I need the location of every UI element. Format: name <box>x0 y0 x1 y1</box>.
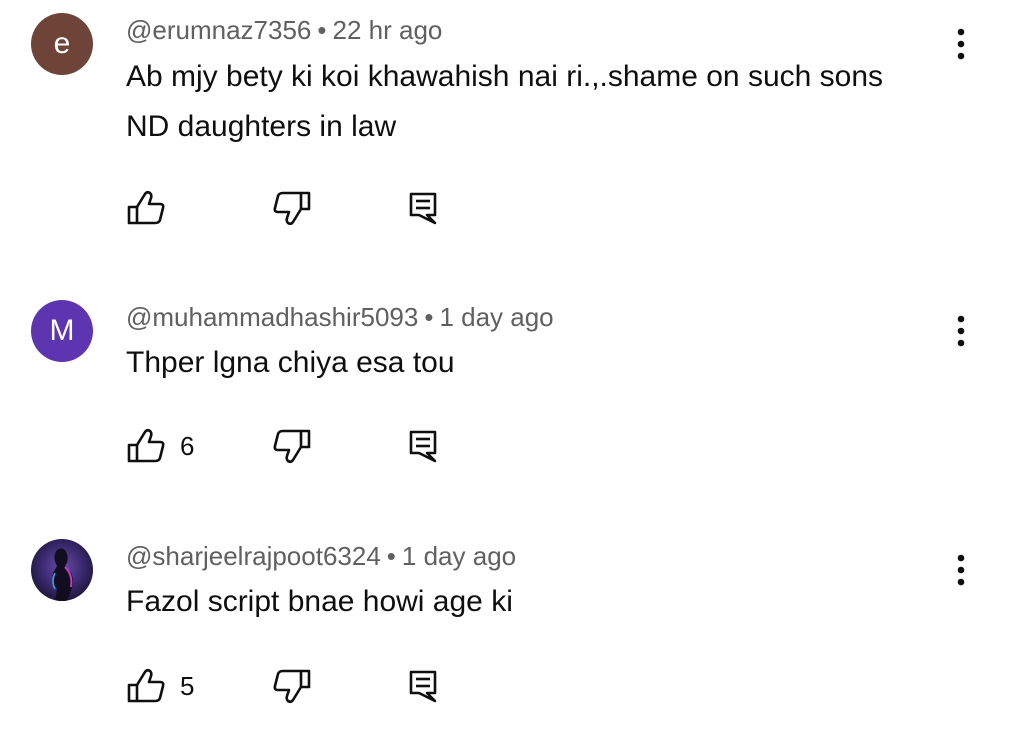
meta-separator: • <box>386 541 396 571</box>
like-button[interactable]: 5 <box>126 664 194 708</box>
more-vert-icon <box>957 554 965 586</box>
comment-text: Fazol script bnae howi age ki <box>126 585 513 618</box>
comment-meta: @sharjeelrajpoot6324 • 1 day ago <box>126 540 516 572</box>
avatar[interactable] <box>31 539 93 601</box>
author-handle[interactable]: @sharjeelrajpoot6324 <box>126 541 381 571</box>
thumb-up-icon <box>127 668 165 703</box>
comment-actions: 5 <box>0 664 1024 708</box>
thumb-down-icon <box>273 669 311 704</box>
dislike-button[interactable] <box>272 664 312 708</box>
comment-item: @sharjeelrajpoot6324 • 1 day ago Fazol scr… <box>0 0 1024 730</box>
avatar-photo <box>52 548 73 601</box>
comment-time: 1 day ago <box>401 541 517 571</box>
like-count: 5 <box>180 670 195 701</box>
more-button[interactable] <box>946 550 976 590</box>
reply-comment-icon <box>409 670 437 703</box>
reply-button[interactable] <box>406 664 440 708</box>
